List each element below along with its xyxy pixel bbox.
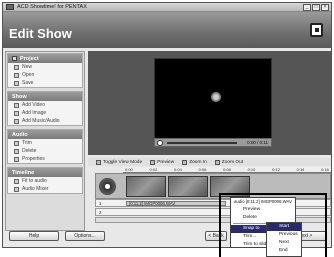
- zoom-in-icon: [182, 159, 188, 165]
- open-icon: [14, 72, 19, 78]
- toggle-view-icon: [96, 159, 101, 165]
- sidebar: Project New Open Save Show Add Video Add…: [5, 51, 85, 231]
- audio-clip[interactable]: [0:11.2] IMGP0006.WAV: [126, 201, 226, 206]
- back-button[interactable]: < Back: [205, 231, 227, 241]
- sidebar-item-trim[interactable]: Trim: [8, 139, 82, 147]
- submenu-item-end[interactable]: End: [267, 247, 301, 255]
- mixer-icon: [14, 186, 19, 192]
- timeline-toolbar: Toggle View Mode Preview Zoom In Zoom Ou…: [88, 158, 331, 166]
- sidebar-item-new[interactable]: New: [8, 63, 82, 71]
- delete-icon: [14, 148, 19, 154]
- snap-to-submenu: Start Previous Next End: [266, 222, 302, 257]
- clip-thumbnail[interactable]: [210, 176, 250, 197]
- video-icon: [14, 102, 19, 108]
- maximize-button[interactable]: □: [312, 4, 320, 11]
- sidebar-item-properties[interactable]: Properties: [8, 155, 82, 163]
- sidebar-item-add-music[interactable]: Add Music/Audio: [8, 117, 82, 125]
- track-number: 1: [99, 200, 102, 206]
- title-bar: ACD Showtime! for PENTAX _ □ ×: [3, 3, 331, 12]
- track-number: 2: [99, 209, 102, 215]
- new-icon: [14, 64, 19, 70]
- window-title: ACD Showtime! for PENTAX: [17, 4, 87, 10]
- preview-button[interactable]: Preview: [150, 159, 174, 165]
- page-title: Edit Show: [9, 26, 72, 41]
- sidebar-item-add-video[interactable]: Add Video: [8, 101, 82, 109]
- help-button[interactable]: Help: [9, 231, 59, 241]
- sidebar-group-show: Show Add Video Add Image Add Music/Audio: [7, 91, 83, 126]
- preview-area: 0:00 / 0:11: [88, 51, 331, 155]
- save-icon: [14, 80, 19, 86]
- clip-thumbnail[interactable]: [126, 176, 166, 197]
- video-preview[interactable]: [154, 58, 272, 140]
- menu-item-preview[interactable]: Preview: [231, 206, 295, 214]
- sidebar-group-audio: Audio Trim Delete Properties: [7, 129, 83, 164]
- sidebar-group-timeline: Timeline Fit to audio Audio Mixer: [7, 167, 83, 194]
- submenu-item-start[interactable]: Start: [267, 223, 301, 231]
- project-icon: [12, 56, 17, 61]
- play-button[interactable]: [157, 140, 163, 146]
- music-icon: [14, 118, 19, 124]
- toggle-view-button[interactable]: Toggle View Mode: [96, 159, 142, 165]
- fit-icon: [14, 178, 19, 184]
- ruler-tick: 0:14: [296, 167, 305, 172]
- submenu-item-next[interactable]: Next: [267, 239, 301, 247]
- submenu-item-previous[interactable]: Previous: [267, 231, 301, 239]
- video-track[interactable]: [95, 173, 331, 199]
- timecode: 0:00 / 0:11: [247, 140, 268, 145]
- zoom-out-icon: [214, 159, 220, 165]
- ruler-tick: 0:08: [223, 167, 231, 172]
- sidebar-group-header: Project: [8, 54, 82, 63]
- playback-bar: 0:00 / 0:11: [154, 138, 272, 147]
- clip-thumbnail[interactable]: [168, 176, 208, 197]
- sidebar-item-open[interactable]: Open: [8, 71, 82, 79]
- sidebar-group-header: Show: [8, 92, 82, 101]
- minimize-button[interactable]: _: [303, 4, 311, 11]
- zoom-out-button[interactable]: Zoom Out: [214, 159, 243, 165]
- ruler-tick: 0:12: [272, 167, 280, 172]
- ruler-tick: 0:02: [149, 167, 158, 172]
- page-header: Edit Show: [3, 12, 331, 48]
- sidebar-group-header: Audio: [8, 130, 82, 139]
- preview-icon: [150, 159, 156, 165]
- sidebar-item-save[interactable]: Save: [8, 79, 82, 87]
- ruler-tick: 0:16: [321, 167, 329, 172]
- trim-icon: [14, 140, 19, 146]
- options-button[interactable]: Options...: [65, 231, 105, 241]
- ruler-tick: 0:06: [198, 167, 207, 172]
- sidebar-item-fit-to-audio[interactable]: Fit to audio: [8, 177, 82, 185]
- app-icon: [6, 4, 14, 10]
- showtime-logo-icon: [310, 23, 323, 37]
- sidebar-item-audio-mixer[interactable]: Audio Mixer: [8, 185, 82, 193]
- image-icon: [14, 110, 19, 116]
- menu-item-delete[interactable]: Delete: [231, 214, 295, 222]
- ruler-tick: 0:10: [247, 167, 256, 172]
- sidebar-group-header: Timeline: [8, 168, 82, 177]
- properties-icon: [14, 156, 19, 162]
- sidebar-item-delete[interactable]: Delete: [8, 147, 82, 155]
- zoom-in-button[interactable]: Zoom In: [182, 159, 207, 165]
- audio-clip-tag: audio [0:11.2] IMGP0006.WAV: [234, 199, 292, 204]
- sidebar-item-add-image[interactable]: Add Image: [8, 109, 82, 117]
- audio-disc-icon: [211, 92, 221, 102]
- ruler-tick: 0:04: [174, 167, 182, 172]
- sidebar-group-project: Project New Open Save: [7, 53, 83, 88]
- close-button[interactable]: ×: [321, 4, 329, 11]
- ruler-tick: 0:00: [125, 167, 133, 172]
- film-reel-icon: [99, 178, 116, 195]
- seek-slider[interactable]: [167, 142, 237, 144]
